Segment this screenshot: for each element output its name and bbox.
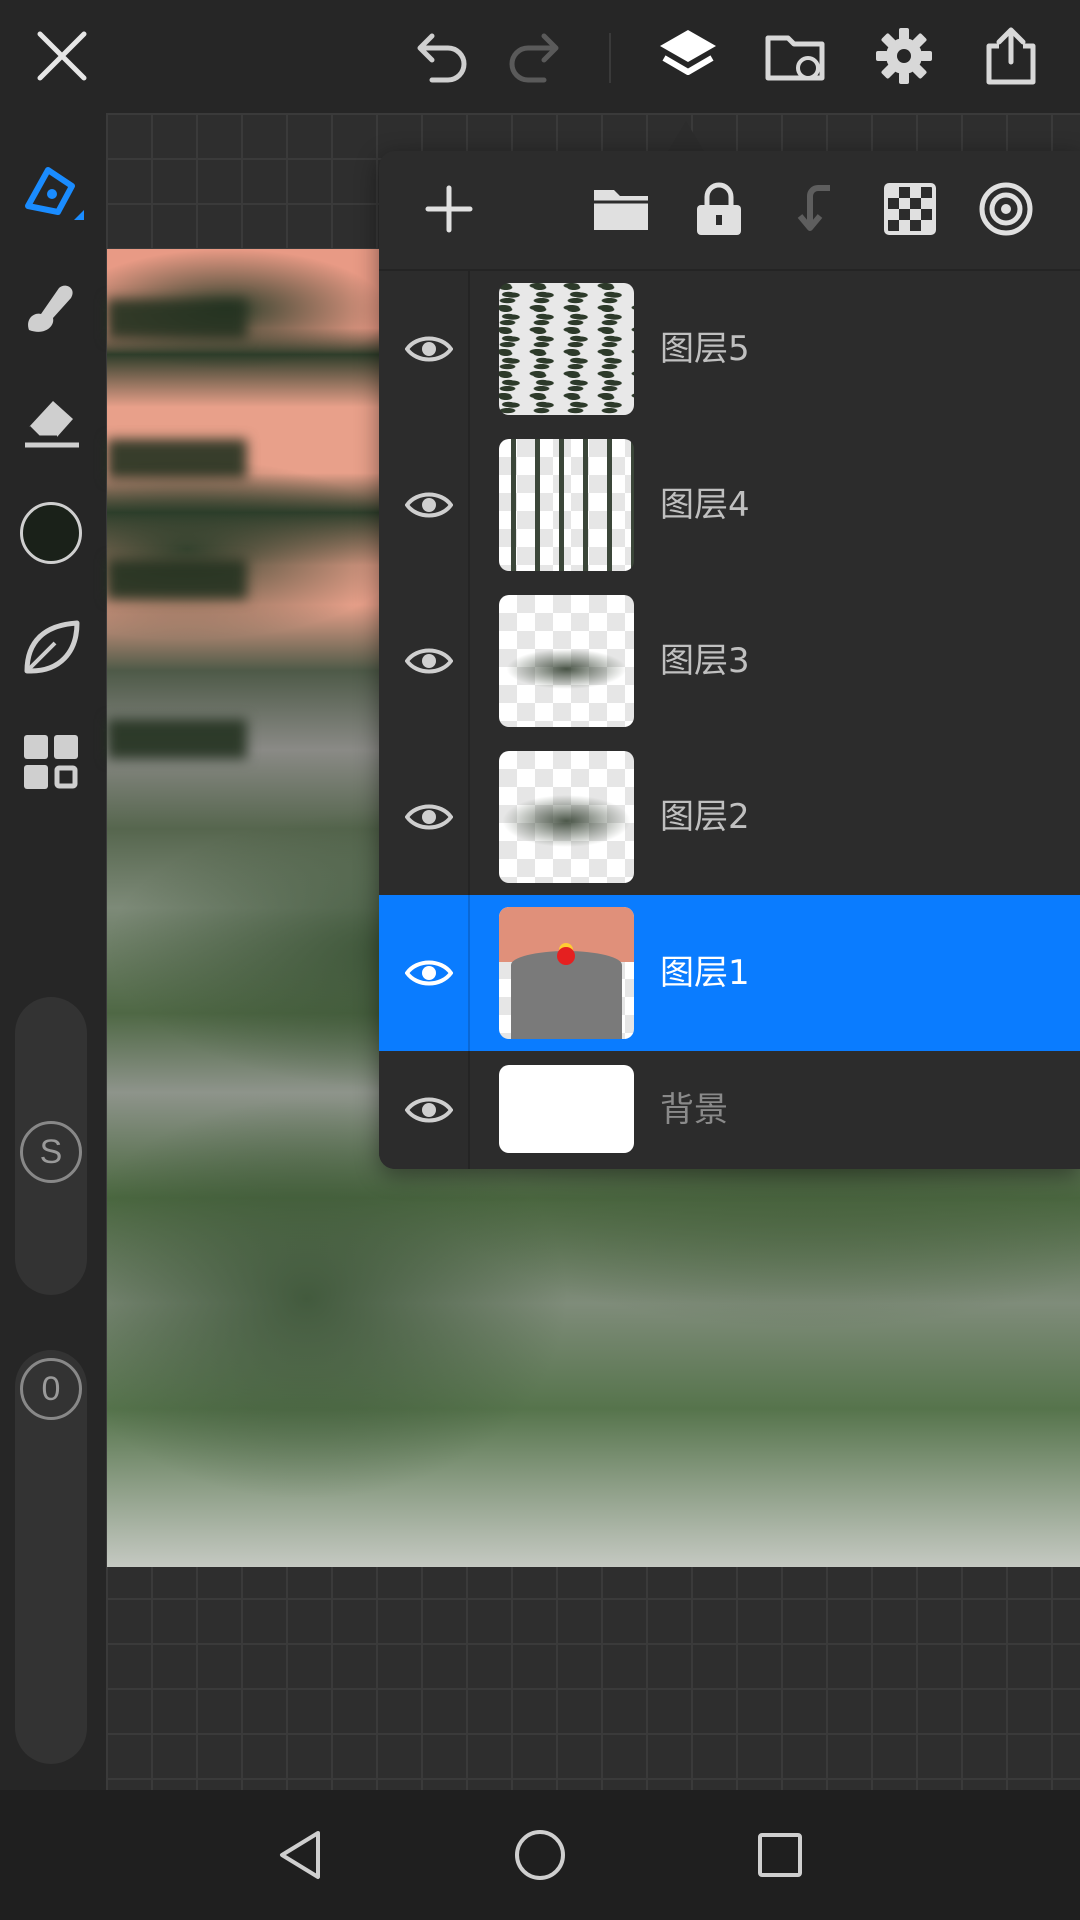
layer-thumbnail [499, 1065, 634, 1153]
layer-row[interactable]: 图层2 [379, 739, 1080, 897]
layer-row[interactable]: 图层3 [379, 583, 1080, 741]
layer-name: 图层5 [660, 329, 750, 369]
eraser-tool-icon[interactable] [15, 383, 87, 455]
visibility-eye-icon[interactable] [393, 469, 465, 541]
opacity-knob-label: 0 [41, 1369, 61, 1408]
pen-tool-icon[interactable] [15, 157, 87, 229]
layer-thumbnail [499, 595, 634, 727]
visibility-eye-icon[interactable] [393, 937, 465, 1009]
visibility-eye-icon[interactable] [393, 781, 465, 853]
layer-name: 图层1 [660, 953, 750, 993]
layers-panel: 图层5 图层4 图层3 图层2 图层1 背景 [379, 151, 1080, 1169]
layer-thumbnail [499, 751, 634, 883]
lock-icon[interactable] [683, 173, 755, 245]
leaf-icon[interactable] [15, 611, 87, 683]
visibility-eye-icon[interactable] [393, 1074, 465, 1146]
opacity-slider[interactable]: 0 [15, 1350, 87, 1764]
grid-tools-icon[interactable] [15, 726, 87, 798]
layer-thumbnail [499, 439, 634, 571]
folder-icon[interactable] [585, 173, 657, 245]
visibility-eye-icon[interactable] [393, 313, 465, 385]
brush-size-slider[interactable]: S [15, 997, 87, 1295]
layer-name: 图层3 [660, 641, 750, 681]
background-layer-row[interactable]: 背景 [379, 1051, 1080, 1169]
layer-row[interactable]: 图层5 [379, 271, 1080, 429]
layer-thumbnail [499, 283, 634, 415]
home-icon[interactable] [503, 1818, 577, 1892]
share-icon[interactable] [975, 20, 1047, 92]
layer-row[interactable]: 图层4 [379, 427, 1080, 585]
blend-mode-icon[interactable] [970, 173, 1042, 245]
size-knob[interactable]: S [20, 1121, 82, 1183]
smudge-tool-icon[interactable] [15, 272, 87, 344]
panel-pointer [668, 121, 704, 151]
recents-icon[interactable] [743, 1818, 817, 1892]
gallery-folder-icon[interactable] [760, 20, 832, 92]
settings-icon[interactable] [868, 20, 940, 92]
color-swatch[interactable] [15, 497, 87, 569]
merge-down-icon[interactable] [779, 173, 851, 245]
close-icon[interactable] [26, 20, 98, 92]
layer-row-selected[interactable]: 图层1 [379, 895, 1080, 1053]
size-knob-label: S [39, 1132, 63, 1171]
redo-icon[interactable] [500, 20, 572, 92]
toolbar-separator [609, 33, 611, 83]
add-layer-icon[interactable] [413, 173, 485, 245]
layer-name: 背景 [660, 1090, 728, 1130]
left-toolbar: S 0 [0, 113, 106, 1790]
layers-icon[interactable] [652, 20, 724, 92]
undo-icon[interactable] [404, 20, 476, 92]
layer-name: 图层4 [660, 485, 750, 525]
transparency-icon[interactable] [874, 173, 946, 245]
top-toolbar [0, 0, 1080, 113]
back-icon[interactable] [263, 1818, 337, 1892]
visibility-eye-icon[interactable] [393, 625, 465, 697]
layers-toolbar [379, 151, 1080, 271]
layer-name: 图层2 [660, 797, 750, 837]
system-nav-bar [0, 1790, 1080, 1920]
layer-thumbnail [499, 907, 634, 1039]
opacity-knob[interactable]: 0 [20, 1358, 82, 1420]
